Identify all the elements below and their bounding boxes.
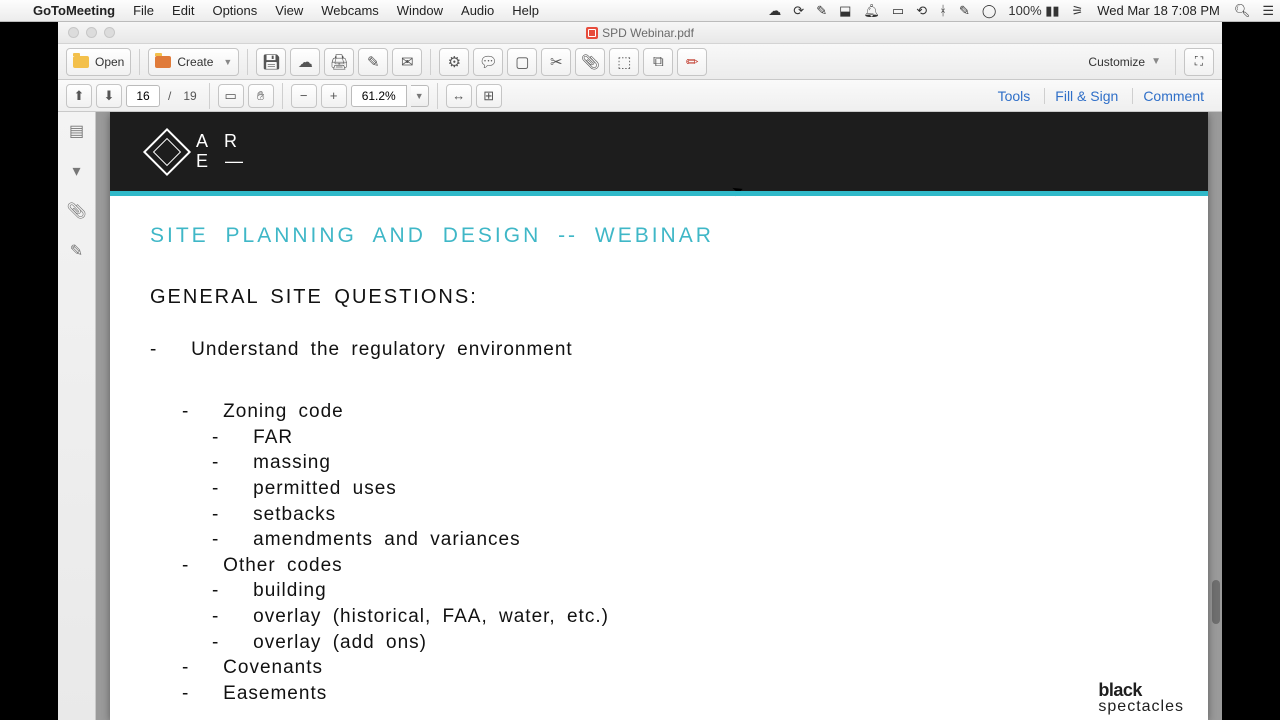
zoom-in-button[interactable]: + xyxy=(321,84,347,108)
menu-edit[interactable]: Edit xyxy=(163,3,203,18)
list-item: amendments and variances xyxy=(212,527,1168,553)
dropbox-icon[interactable]: ⬓ xyxy=(833,3,857,19)
edit-button[interactable]: ✎ xyxy=(358,48,388,76)
page-up-button[interactable]: ⬆︎ xyxy=(66,84,92,108)
sign-button[interactable]: ✂︎ xyxy=(541,48,571,76)
wifi-icon[interactable]: ⚞ xyxy=(1066,3,1090,19)
are-logo-icon xyxy=(143,128,191,176)
print-button[interactable]: 🖨︎ xyxy=(324,48,354,76)
evernote-icon[interactable]: ✎ xyxy=(810,3,833,19)
timemachine-icon[interactable]: ⟲ xyxy=(910,3,933,19)
list-item: Other codes xyxy=(182,553,1168,579)
open-button[interactable]: Open xyxy=(66,48,131,76)
menu-file[interactable]: File xyxy=(124,3,163,18)
menu-view[interactable]: View xyxy=(266,3,312,18)
list-item: massing xyxy=(212,450,1168,476)
menu-help[interactable]: Help xyxy=(503,3,548,18)
page-down-button[interactable]: ⬇︎ xyxy=(96,84,122,108)
customize-button[interactable]: Customize▼ xyxy=(1082,48,1167,76)
battery-icon[interactable]: 100% ▮▮ xyxy=(1002,3,1065,19)
create-button[interactable]: Create ▼ xyxy=(148,48,239,76)
tools-panel-link[interactable]: Tools xyxy=(988,88,1041,104)
signatures-icon[interactable]: ✎ xyxy=(64,238,90,264)
brand-watermark: black spectacles xyxy=(1098,680,1184,716)
marker-button[interactable]: ✏︎ xyxy=(677,48,707,76)
save-button[interactable]: 💾︎ xyxy=(256,48,286,76)
list-item: setbacks xyxy=(212,502,1168,528)
highlight-button[interactable]: ▢ xyxy=(507,48,537,76)
sync-icon[interactable]: ⟳ xyxy=(787,3,810,19)
menu-webcams[interactable]: Webcams xyxy=(312,3,388,18)
mac-menubar: GoToMeeting File Edit Options View Webca… xyxy=(0,0,1280,22)
menu-window[interactable]: Window xyxy=(388,3,452,18)
fit-page-button[interactable]: ⊞ xyxy=(476,84,502,108)
hand-tool-button[interactable]: ✋︎ xyxy=(248,84,274,108)
list-item: FAR xyxy=(212,425,1168,451)
page-separator: / xyxy=(164,89,175,103)
pdf-page: A R E — ➤ SITE PLANNING AND DESIGN -- WE… xyxy=(110,112,1208,720)
fullscreen-button[interactable]: ⛶ xyxy=(1184,48,1214,76)
list-item: overlay (historical, FAA, water, etc.) xyxy=(212,604,1168,630)
window-titlebar: SPD Webinar.pdf xyxy=(58,22,1222,44)
pdf-file-icon xyxy=(586,27,598,39)
email-button[interactable]: ✉︎ xyxy=(392,48,422,76)
comment-bubble-button[interactable]: 💬︎ xyxy=(473,48,503,76)
attach-button[interactable]: 📎︎ xyxy=(575,48,605,76)
list-item: Zoning code xyxy=(182,399,1168,425)
cloud-icon[interactable]: ☁︎ xyxy=(762,3,787,19)
list-item: building xyxy=(212,578,1168,604)
window-title: SPD Webinar.pdf xyxy=(58,26,1222,40)
cloud-save-button[interactable]: ☁︎ xyxy=(290,48,320,76)
folder-icon xyxy=(73,56,89,68)
menu-extras-icon[interactable]: ☰ xyxy=(1256,3,1280,19)
navigation-toolbar: ⬆︎ ⬇︎ / 19 ▭ ✋︎ − + ▼ ↔︎ ⊞ Tools Fill & … xyxy=(58,80,1222,112)
fill-sign-panel-link[interactable]: Fill & Sign xyxy=(1044,88,1128,104)
main-toolbar: Open Create ▼ 💾︎ ☁︎ 🖨︎ ✎ ✉︎ ⚙︎ 💬︎ ▢ ✂︎ 📎… xyxy=(58,44,1222,80)
pencil-icon[interactable]: ✎ xyxy=(953,3,976,19)
list-item: permitted uses xyxy=(212,476,1168,502)
zoom-dropdown-button[interactable]: ▼ xyxy=(411,85,429,107)
section-heading: GENERAL SITE QUESTIONS: xyxy=(150,284,1168,311)
page-number-input[interactable] xyxy=(126,85,160,107)
page-total: 19 xyxy=(179,89,200,103)
list-item: overlay (add ons) xyxy=(212,630,1168,656)
page-header: A R E — ➤ xyxy=(110,112,1208,192)
create-pdf-icon xyxy=(155,56,171,68)
bluetooth-icon[interactable]: ᚼ xyxy=(933,3,953,18)
pdf-reader-window: SPD Webinar.pdf Open Create ▼ 💾︎ ☁︎ 🖨︎ ✎… xyxy=(58,22,1222,720)
menu-audio[interactable]: Audio xyxy=(452,3,503,18)
menubar-clock[interactable]: Wed Mar 18 7:08 PM xyxy=(1089,3,1228,18)
list-item: Easements xyxy=(182,681,1168,707)
attachments-icon[interactable]: 📎︎ xyxy=(64,198,90,224)
document-viewport[interactable]: A R E — ➤ SITE PLANNING AND DESIGN -- WE… xyxy=(96,112,1222,720)
select-tool-button[interactable]: ▭ xyxy=(218,84,244,108)
notifications-icon[interactable]: 🔔︎ xyxy=(857,3,886,19)
stamp-button[interactable]: ⬚ xyxy=(609,48,639,76)
zoom-out-button[interactable]: − xyxy=(291,84,317,108)
list-item: Covenants xyxy=(182,655,1168,681)
link-button[interactable]: ⧉ xyxy=(643,48,673,76)
list-item: Understand the regulatory environment xyxy=(150,337,1168,363)
app-menu[interactable]: GoToMeeting xyxy=(24,3,124,18)
settings-button[interactable]: ⚙︎ xyxy=(439,48,469,76)
display-icon[interactable]: ▭ xyxy=(886,3,910,19)
page-content: SITE PLANNING AND DESIGN -- WEBINAR GENE… xyxy=(110,192,1208,720)
menu-options[interactable]: Options xyxy=(203,3,266,18)
are-logo-text: A R E — xyxy=(196,132,249,172)
spotlight-icon[interactable]: 🔍︎ xyxy=(1228,3,1257,19)
vertical-scrollbar-thumb[interactable] xyxy=(1212,580,1220,624)
fit-width-button[interactable]: ↔︎ xyxy=(446,84,472,108)
circle-icon[interactable]: ◯ xyxy=(976,3,1003,19)
zoom-level-input[interactable] xyxy=(351,85,407,107)
bookmarks-icon[interactable]: ▾ xyxy=(64,158,90,184)
left-side-panel: ▤ ▾ 📎︎ ✎ xyxy=(58,112,96,720)
comment-panel-link[interactable]: Comment xyxy=(1132,88,1214,104)
doc-title: SITE PLANNING AND DESIGN -- WEBINAR xyxy=(150,222,1168,250)
thumbnails-icon[interactable]: ▤ xyxy=(64,118,90,144)
